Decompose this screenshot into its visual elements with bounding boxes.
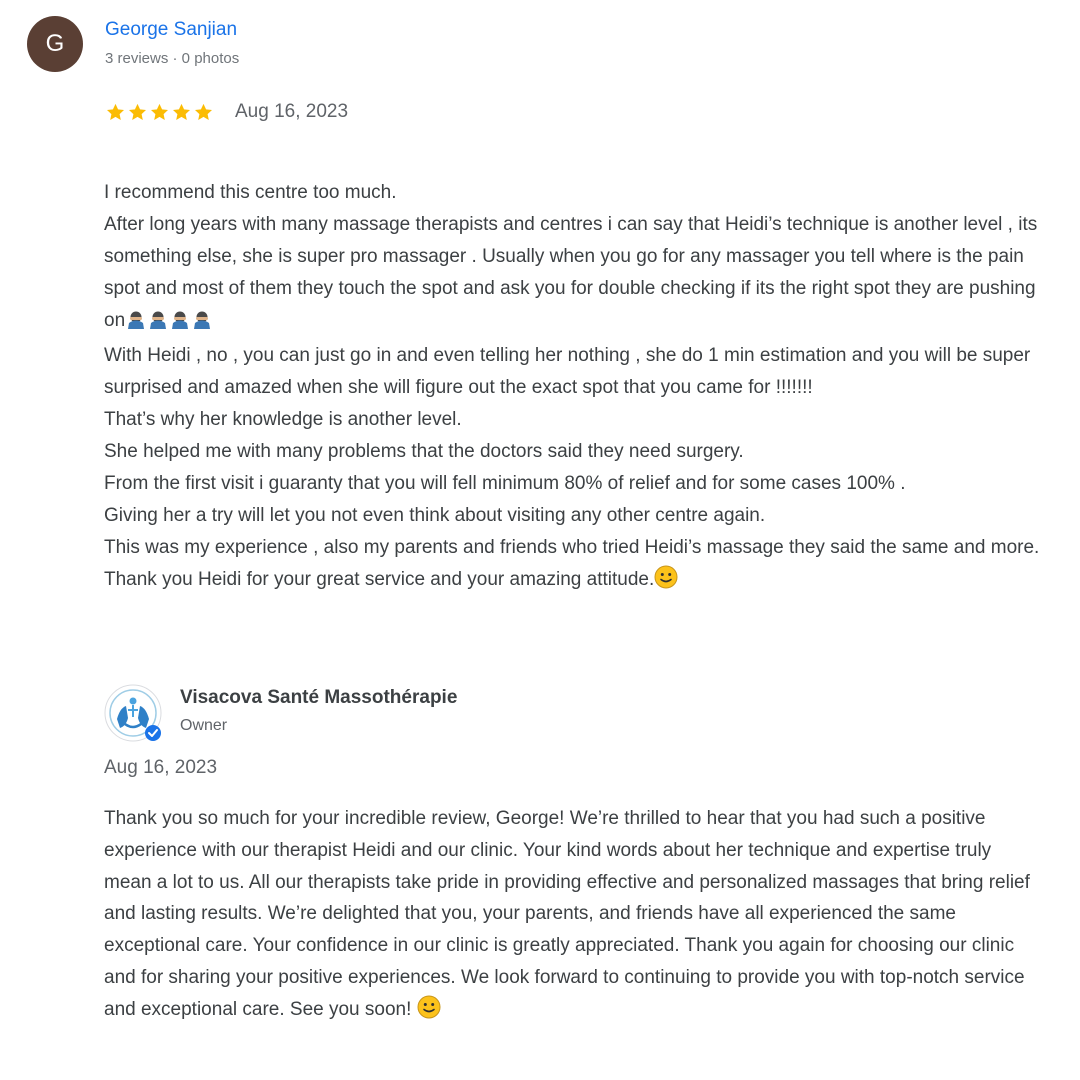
owner-response-date: Aug 16, 2023 — [104, 757, 218, 778]
owner-response-body: Thank you so much for your incredible re… — [104, 808, 1030, 1020]
rating-row: Aug 16, 2023 — [105, 99, 348, 125]
review-line: I recommend this centre too much. — [104, 181, 397, 203]
star-icon — [150, 103, 169, 120]
more-options-button[interactable] — [968, 30, 1024, 86]
verified-badge-icon — [145, 725, 161, 741]
owner-logo[interactable] — [104, 684, 162, 742]
person-facepalming-icon — [150, 311, 167, 329]
review-line: From the first visit i guaranty that you… — [104, 473, 906, 495]
smiley-emoji — [417, 995, 441, 1030]
facepalm-emoji-group — [125, 309, 213, 341]
star-icon — [172, 103, 191, 120]
star-icon — [128, 103, 147, 120]
slightly-smiling-face-icon — [654, 565, 678, 589]
smiley-emoji — [654, 565, 678, 600]
visacova-hands-logo-icon — [104, 684, 162, 742]
avatar[interactable]: G — [27, 16, 83, 72]
person-facepalming-icon — [194, 311, 211, 329]
person-facepalming-icon — [128, 311, 145, 329]
person-facepalming-icon — [172, 311, 189, 329]
slightly-smiling-face-icon — [417, 995, 441, 1019]
review-line: Thank you Heidi for your great service a… — [104, 568, 655, 590]
review-line: That’s why her knowledge is another leve… — [104, 409, 462, 431]
reviewer-name[interactable]: George Sanjian — [105, 18, 237, 42]
star-rating — [105, 102, 214, 123]
review-line: With Heidi , no , you can just go in and… — [104, 345, 1031, 399]
star-icon — [194, 103, 213, 120]
review-line: This was my experience , also my parents… — [104, 536, 1040, 558]
review-line: Giving her a try will let you not even t… — [104, 504, 766, 526]
owner-name[interactable]: Visacova Santé Massothérapie — [180, 686, 457, 710]
star-icon — [106, 103, 125, 120]
owner-response-text: Thank you so much for your incredible re… — [104, 803, 1034, 1030]
review-date: Aug 16, 2023 — [235, 101, 349, 122]
owner-role-label: Owner — [180, 717, 228, 734]
review-line: After long years with many massage thera… — [104, 213, 1038, 331]
review-text: I recommend this centre too much. After … — [104, 145, 1044, 600]
reviewer-meta: 3 reviews · 0 photos — [105, 50, 240, 67]
review-line: She helped me with many problems that th… — [104, 441, 744, 463]
